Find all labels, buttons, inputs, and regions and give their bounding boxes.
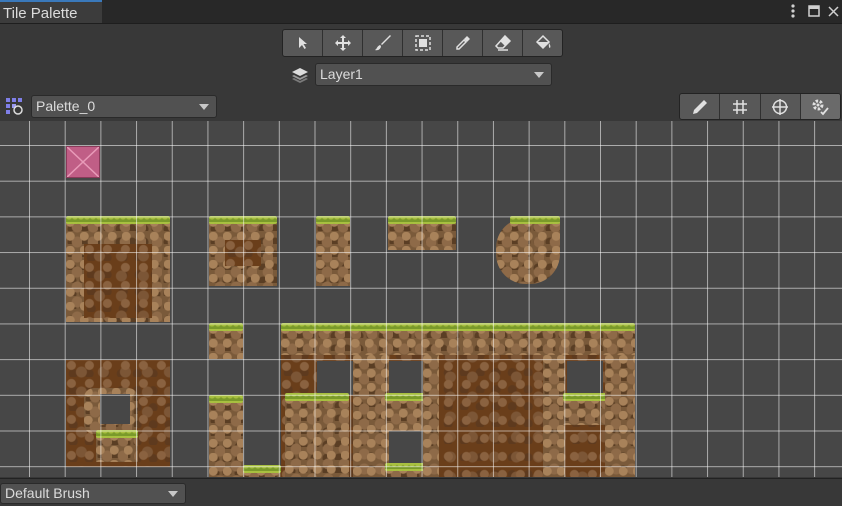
grass-top [243,465,281,473]
active-tilemap-dropdown[interactable]: Layer1 [315,63,552,86]
rock-top [281,323,635,355]
move-arrows-icon [334,35,351,51]
tile-block[interactable] [281,323,635,477]
toggle-gizmos-button[interactable] [761,94,801,119]
palette-value: Palette_0 [36,98,96,114]
pick-tool-button[interactable] [443,30,483,56]
grass-top [285,393,349,401]
tile-block[interactable] [209,216,277,286]
tile-block[interactable] [66,360,170,467]
arrow-cursor-icon [298,37,307,49]
rock-ledge [96,430,138,462]
hole [389,431,423,467]
rock-ledge [563,393,607,425]
maximize-icon[interactable] [806,3,822,19]
flood-fill-tool-button[interactable] [523,30,562,56]
grass-top [385,463,425,471]
layer-icon [291,66,309,84]
tile-block[interactable] [243,465,281,477]
tile-tools-toolbar [282,29,563,57]
tile-block[interactable] [209,323,243,359]
palette-dropdown[interactable]: Palette_0 [31,95,217,118]
palette-canvas[interactable] [0,121,842,477]
paint-tool-button[interactable] [363,30,403,56]
dirt-fill [225,240,261,266]
grass-top [316,216,350,224]
tab-tile-palette[interactable]: Tile Palette [0,0,102,23]
grass-top [209,323,243,331]
tile-block[interactable] [316,216,350,286]
brush-icon [374,35,391,51]
tile-block[interactable] [388,216,456,250]
rock-column [285,393,349,477]
grass-top [563,393,607,401]
chevron-down-icon [168,491,178,497]
pink-tile[interactable] [66,146,100,178]
brush-value: Default Brush [5,485,90,501]
rock-ledge [385,463,425,477]
tile-block[interactable] [66,216,170,322]
active-tilemap-value: Layer1 [320,66,363,82]
eraser-icon [494,34,511,51]
gizmo-icon [772,98,789,115]
grass-top [96,430,138,438]
grass-top [510,216,560,224]
brush-footer: Default Brush [0,478,842,506]
dirt-fill [84,244,152,318]
tile-block[interactable] [496,216,560,284]
kebab-menu-icon[interactable] [785,3,801,19]
rock-column [423,355,439,477]
erase-tool-button[interactable] [483,30,523,56]
close-icon[interactable] [825,3,841,19]
rock-column [605,355,635,477]
box-fill-tool-button[interactable] [403,30,443,56]
rock-ledge [385,393,425,431]
brush-dropdown[interactable]: Default Brush [0,483,186,504]
palette-settings-button[interactable] [800,94,840,119]
palette-tools-toolbar [679,93,841,120]
toggle-grid-button[interactable] [720,94,761,119]
tab-title: Tile Palette [3,5,78,22]
eyedropper-icon [455,36,470,50]
settings-icon [812,99,830,115]
hole [100,394,130,424]
window-titlebar: Tile Palette [0,0,842,24]
rock-column [543,355,565,477]
hole [567,361,603,395]
grass-top [281,323,635,331]
chevron-down-icon [534,72,544,78]
grass-top [66,216,170,224]
palette-grid-icon [5,97,23,115]
grid-icon [732,99,747,114]
grass-top [209,395,243,403]
grass-top [388,216,456,224]
chevron-down-icon [199,104,209,110]
grass-top [385,393,425,401]
hole [389,361,423,395]
pencil-icon [692,99,707,114]
grass-top [209,216,277,224]
rock-column [353,355,389,477]
select-tool-button[interactable] [283,30,323,56]
box-fill-icon [414,35,431,51]
move-tool-button[interactable] [323,30,363,56]
paint-bucket-icon [535,34,550,50]
edit-palette-button[interactable] [680,94,721,119]
tile-block[interactable] [209,395,243,477]
